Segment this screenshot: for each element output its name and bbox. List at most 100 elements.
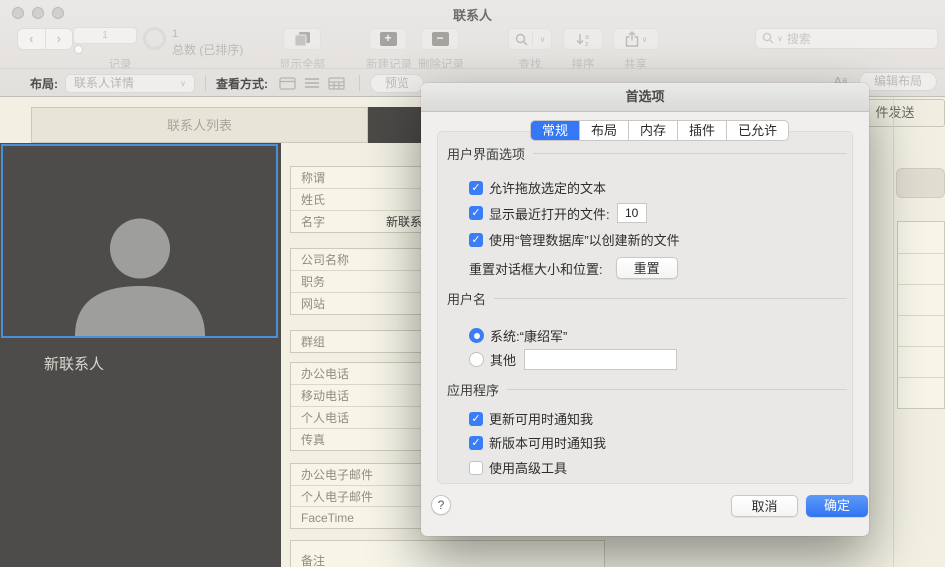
app-window: 联系人 ‹ › 1 1 总数 (已排序) 记录 显示全部 + 新建记录 − 删除… [0, 0, 945, 567]
contact-photo-panel: 新联系人 [0, 143, 281, 567]
notes-field-group: 备注 [290, 540, 605, 567]
titlebar: 联系人 [0, 0, 945, 23]
ok-button[interactable]: 确定 [806, 495, 868, 517]
edit-layout-button[interactable]: 编辑布局 [858, 72, 937, 91]
show-all-button[interactable] [283, 28, 321, 50]
dialog-title: 首选项 [625, 89, 665, 104]
contact-name[interactable]: 新联系人 [44, 353, 104, 374]
allow-drag-drop-row: 允许拖放选定的文本 [469, 178, 606, 197]
field-row-partial[interactable] [898, 253, 944, 284]
view-list-icon [305, 78, 319, 88]
search-icon [762, 32, 774, 44]
user-name-other-row: 其他 [469, 349, 678, 370]
delete-record-button[interactable]: − [421, 28, 459, 50]
divider [494, 298, 847, 299]
layout-popup[interactable]: 联系人详情 ∨ [65, 73, 195, 93]
field-row-partial[interactable] [898, 377, 944, 408]
show-all-icon [294, 31, 310, 46]
next-record-icon[interactable]: › [46, 29, 73, 49]
recent-files-count-input[interactable] [616, 203, 647, 223]
view-form-button[interactable] [279, 76, 296, 90]
previous-record-icon[interactable]: ‹ [18, 29, 46, 49]
divider [359, 75, 360, 91]
divider [507, 389, 847, 390]
user-name-system-row: 系统:“康绍军” [469, 326, 567, 345]
layout-popup-value: 联系人详情 [74, 75, 135, 90]
search-icon [515, 33, 528, 45]
reset-dialogs-row: 重置对话框大小和位置: 重置 [469, 257, 678, 279]
sort-icon: a z [576, 33, 589, 47]
view-form-icon [279, 76, 296, 90]
plus-icon: + [379, 32, 397, 46]
tab-contact-list[interactable]: 联系人列表 [31, 107, 368, 143]
sort-button[interactable]: a z [563, 28, 603, 50]
notify-updates-row: 更新可用时通知我 [469, 409, 593, 428]
share-button[interactable]: ∨ [613, 28, 659, 50]
view-table-icon [328, 76, 345, 90]
allow-drag-drop-checkbox[interactable] [469, 180, 483, 195]
show-recent-files-checkbox[interactable] [469, 206, 483, 220]
cancel-button[interactable]: 取消 [731, 495, 798, 517]
advanced-tools-row: 使用高级工具 [469, 458, 567, 477]
find-button[interactable]: ∨ [508, 28, 552, 50]
chevron-down-icon: ∨ [777, 34, 783, 43]
view-as-label: 查看方式: [216, 76, 268, 91]
divider [531, 32, 533, 46]
record-slider-thumb[interactable] [74, 45, 83, 54]
person-silhouette-icon [74, 218, 205, 336]
field-row-partial[interactable] [898, 222, 944, 253]
tab-memory[interactable]: 内存 [629, 121, 679, 140]
share-icon [625, 31, 638, 47]
divider [533, 153, 847, 154]
notify-new-version-checkbox[interactable] [469, 435, 483, 450]
manage-database-row: 使用“管理数据库”以创建新的文件 [469, 230, 680, 249]
svg-text:a: a [585, 34, 589, 41]
view-list-button[interactable] [304, 77, 320, 89]
chevron-down-icon: ∨ [641, 34, 648, 44]
new-record-button[interactable]: + [369, 28, 407, 50]
other-name-radio[interactable] [469, 352, 484, 367]
field-row-partial[interactable] [898, 346, 944, 377]
system-name-radio[interactable] [469, 328, 484, 343]
other-name-input[interactable] [524, 349, 678, 370]
field-notes[interactable]: 备注 [291, 541, 604, 567]
window-title: 联系人 [452, 8, 492, 23]
layout-label: 布局: [30, 76, 58, 91]
found-set-ring-icon [143, 27, 166, 50]
tab-plugins[interactable]: 插件 [678, 121, 728, 140]
field-row-partial[interactable] [898, 284, 944, 315]
contact-photo-field[interactable] [1, 144, 278, 338]
divider [893, 97, 894, 567]
record-count-caption: 总数 (已排序) [172, 43, 244, 57]
section-user-name: 用户名 [447, 289, 847, 308]
tab-permitted[interactable]: 已允许 [727, 121, 788, 140]
reset-button[interactable]: 重置 [615, 257, 678, 279]
tab-layout[interactable]: 布局 [580, 121, 630, 140]
notify-versions-row: 新版本可用时通知我 [469, 433, 606, 452]
recent-files-row: 显示最近打开的文件: [469, 203, 647, 223]
right-field-column [897, 221, 945, 409]
chevron-down-icon: ∨ [539, 34, 546, 44]
record-nav[interactable]: ‹ › [17, 28, 73, 50]
record-slider[interactable] [74, 45, 137, 54]
quick-search-field[interactable]: ∨ [755, 28, 938, 49]
field-row-partial[interactable] [896, 168, 945, 198]
preferences-dialog: 首选项 常规 布局 内存 插件 已允许 用户界面选项 允许拖放选定的文本 显示最… [421, 83, 869, 536]
view-table-button[interactable] [328, 76, 345, 90]
chevron-down-icon: ∨ [180, 78, 186, 88]
record-count: 1 [172, 28, 179, 40]
search-input[interactable] [786, 31, 917, 46]
tab-general[interactable]: 常规 [531, 121, 581, 140]
notify-updates-checkbox[interactable] [469, 411, 483, 426]
divider [205, 75, 206, 91]
use-advanced-tools-checkbox[interactable] [469, 460, 483, 475]
help-button[interactable]: ? [431, 495, 451, 515]
dialog-titlebar: 首选项 [421, 83, 869, 112]
preview-button[interactable]: 预览 [370, 73, 425, 93]
section-application: 应用程序 [447, 380, 847, 399]
svg-text:z: z [585, 41, 589, 47]
preferences-tabs: 常规 布局 内存 插件 已允许 [530, 120, 790, 141]
current-record-field[interactable]: 1 [73, 27, 137, 44]
field-row-partial[interactable] [898, 315, 944, 346]
use-manage-database-checkbox[interactable] [469, 232, 483, 247]
